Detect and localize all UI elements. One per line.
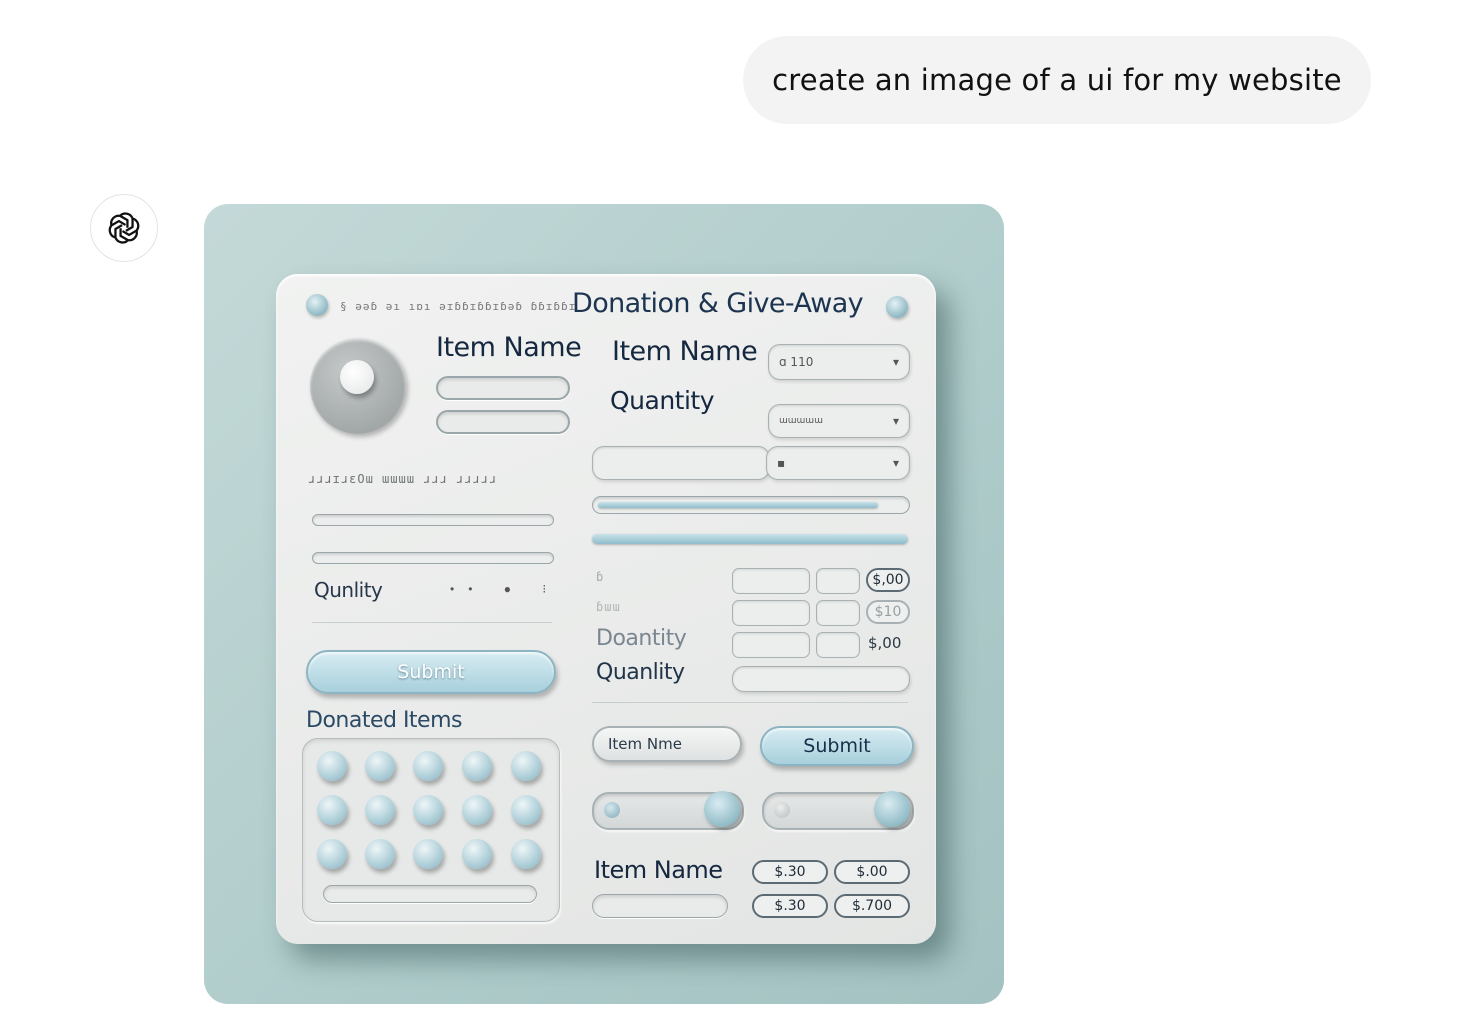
select-quantity[interactable]: ɯɯɯɯɯ ▾ [768, 404, 910, 438]
row3-price: $,00 [868, 634, 902, 652]
knob-dot [340, 360, 374, 394]
chevron-down-icon: ▾ [892, 355, 899, 369]
toggle-2[interactable] [762, 791, 914, 830]
quantity-dots: •• ● ⁝ [450, 582, 561, 596]
item-bead[interactable] [413, 795, 443, 825]
ui-mockup-panel: § ǝǝɓ ǝı ıɒı ǝɪɓɓɪɓɓɪɓǝɓ ɓɓɪɓɓɪ Donation… [276, 274, 936, 944]
toggle-1-dot [604, 802, 620, 818]
left-slider-2[interactable] [312, 552, 554, 564]
item-bead[interactable] [462, 751, 492, 781]
right-item-name-label: Item Name [612, 336, 758, 367]
right-slider-fill [598, 502, 878, 508]
left-name-input-1[interactable] [436, 376, 570, 400]
price-chip-1[interactable]: $.30 [752, 860, 828, 884]
left-submit-button[interactable]: Submit [306, 650, 556, 694]
chevron-down-icon: ▾ [892, 414, 899, 428]
generated-image[interactable]: § ǝǝɓ ǝı ıɒı ǝɪɓɓɪɓɓɪɓǝɓ ɓɓɪɓɓɪ Donation… [204, 204, 1004, 1004]
item-bead[interactable] [317, 795, 347, 825]
toggle-1-knob [704, 791, 740, 827]
select-quantity-value: ɯɯɯɯɯ [779, 416, 823, 426]
row2-price: $10 [866, 600, 910, 624]
row4-label: Quanlity [596, 660, 685, 685]
item-bead[interactable] [317, 839, 347, 869]
price-chip-2[interactable]: $.00 [834, 860, 910, 884]
select-item-name-value: ɑ 110 [779, 355, 814, 369]
right-submit-button[interactable]: Submit [760, 726, 914, 766]
row2-label: ɓɯɯ [596, 600, 621, 614]
item-bead[interactable] [365, 795, 395, 825]
pin-left-icon [306, 294, 328, 316]
right-divider [592, 702, 908, 703]
item-bead[interactable] [365, 839, 395, 869]
row2-cell-b[interactable] [816, 600, 860, 626]
chevron-down-icon: ▾ [892, 456, 899, 470]
item-bead[interactable] [462, 795, 492, 825]
left-quantity-label: Qunlity [314, 578, 383, 602]
price-chip-3[interactable]: $.30 [752, 894, 828, 918]
toggle-2-dot [774, 802, 790, 818]
toggle-2-knob [874, 791, 910, 827]
mockup-title: Donation & Give-Away [572, 288, 864, 319]
row1-label: ɓ [596, 570, 605, 584]
faint-header-text: § ǝǝɓ ǝı ıɒı ǝɪɓɓɪɓɓɪɓǝɓ ɓɓɪɓɓɪ [340, 300, 577, 313]
donated-items-label: Donated Items [306, 708, 463, 733]
item-bead[interactable] [365, 751, 395, 781]
bottom-item-name-label: Item Name [594, 856, 723, 884]
select-item-name[interactable]: ɑ 110 ▾ [768, 344, 910, 380]
item-bead[interactable] [511, 839, 541, 869]
grid-scrollbar[interactable] [323, 885, 537, 903]
item-name-button[interactable]: Item Nme [592, 726, 742, 762]
left-slider-1[interactable] [312, 514, 554, 526]
row2-cell-a[interactable] [732, 600, 810, 626]
donated-items-grid [302, 738, 560, 922]
item-bead[interactable] [413, 751, 443, 781]
left-divider [312, 622, 552, 623]
user-message-bubble: create an image of a ui for my website [743, 36, 1371, 124]
bottom-name-input[interactable] [592, 894, 728, 918]
item-bead[interactable] [511, 795, 541, 825]
openai-logo-icon [108, 212, 140, 244]
toggle-1[interactable] [592, 791, 744, 830]
item-bead[interactable] [317, 751, 347, 781]
row3-cell-a[interactable] [732, 632, 810, 658]
left-name-input-2[interactable] [436, 410, 570, 434]
right-progress-bar [592, 534, 908, 544]
item-bead[interactable] [413, 839, 443, 869]
pin-right-icon [886, 296, 908, 318]
left-item-name-label: Item Name [436, 332, 582, 363]
left-faint-row: ɹɹɹɪɹɛOɯ ɯɯɯɯ ɹɹɹ ɹɹɹɹɹ [308, 472, 498, 486]
row3-label: Doantity [596, 626, 687, 651]
user-message-text: create an image of a ui for my website [772, 63, 1342, 97]
profile-knob[interactable] [310, 338, 406, 434]
price-chip-4[interactable]: $.700 [834, 894, 910, 918]
row1-price: $,00 [866, 568, 910, 592]
select-3[interactable]: ▪ ▾ [766, 446, 910, 480]
item-bead[interactable] [511, 751, 541, 781]
row3-cell-b[interactable] [816, 632, 860, 658]
select-3-value: ▪ [777, 456, 786, 470]
row1-cell-b[interactable] [816, 568, 860, 594]
row1-cell-a[interactable] [732, 568, 810, 594]
right-quantity-label: Quantity [610, 386, 715, 415]
assistant-avatar [90, 194, 158, 262]
wide-input[interactable] [592, 446, 770, 480]
row4-input[interactable] [732, 666, 910, 692]
item-name-button-label: Item Nme [608, 735, 682, 753]
item-bead[interactable] [462, 839, 492, 869]
